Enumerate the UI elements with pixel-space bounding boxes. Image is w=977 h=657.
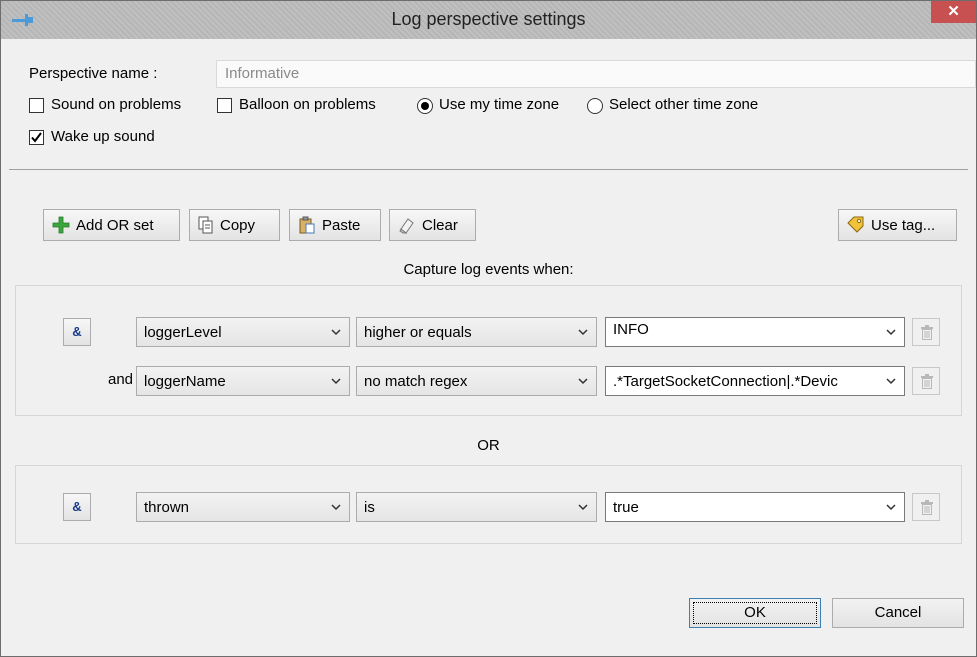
radio-selected-dot	[421, 102, 429, 110]
close-button[interactable]: ✕	[931, 1, 976, 23]
cancel-label: Cancel	[874, 604, 922, 621]
select-other-time-zone-label: Select other time zone	[609, 96, 759, 113]
or-set-group-1: & loggerLevel higher or equals INFO and …	[15, 285, 962, 416]
wake-up-sound-checkbox[interactable]	[29, 130, 44, 145]
chevron-down-icon	[578, 504, 588, 511]
tag-icon	[847, 216, 864, 233]
clear-button[interactable]: Clear	[389, 209, 476, 241]
use-tag-button[interactable]: Use tag...	[838, 209, 957, 241]
add-or-set-button[interactable]: Add OR set	[43, 209, 180, 241]
group-and-button[interactable]: &	[63, 318, 91, 346]
value-combo[interactable]: INFO	[605, 317, 905, 347]
clear-label: Clear	[422, 216, 458, 234]
operator-select-value: no match regex	[364, 373, 468, 390]
capture-label: Capture log events when:	[403, 261, 574, 278]
delete-condition-button[interactable]	[912, 367, 940, 395]
chevron-down-icon	[886, 504, 896, 511]
delete-condition-button[interactable]	[912, 493, 940, 521]
chevron-down-icon	[331, 329, 341, 336]
select-other-time-zone-radio[interactable]	[587, 98, 603, 114]
balloon-on-problems-checkbox[interactable]	[217, 98, 232, 113]
focus-rectangle	[693, 602, 817, 624]
add-or-set-label: Add OR set	[76, 216, 154, 234]
trash-icon	[921, 325, 933, 340]
chevron-down-icon	[886, 329, 896, 336]
ok-button[interactable]: OK	[689, 598, 821, 628]
wake-up-sound-label: Wake up sound	[51, 128, 155, 145]
copy-label: Copy	[220, 216, 256, 234]
operator-select-value: higher or equals	[364, 324, 472, 341]
use-tag-label: Use tag...	[871, 216, 936, 234]
window-title: Log perspective settings	[391, 9, 586, 29]
operator-select-value: is	[364, 499, 375, 516]
group-and-button[interactable]: &	[63, 493, 91, 521]
copy-icon	[198, 216, 213, 234]
value-combo-value: .*TargetSocketConnection|.*Devic	[613, 373, 838, 390]
value-combo-value: INFO	[613, 321, 649, 338]
chevron-down-icon	[886, 378, 896, 385]
operator-select[interactable]: no match regex	[356, 366, 597, 396]
or-label: OR	[477, 437, 500, 454]
title-bar[interactable]: Log perspective settings ✕	[1, 1, 976, 39]
value-combo[interactable]: .*TargetSocketConnection|.*Devic	[605, 366, 905, 396]
delete-condition-button[interactable]	[912, 318, 940, 346]
plus-icon	[52, 216, 70, 234]
chevron-down-icon	[578, 329, 588, 336]
paste-label: Paste	[322, 216, 361, 234]
field-select-value: thrown	[144, 499, 190, 516]
copy-button[interactable]: Copy	[189, 209, 280, 241]
use-my-time-zone-radio[interactable]	[417, 98, 433, 114]
dialog-body: Perspective name : Informative Sound on …	[9, 39, 976, 648]
chevron-down-icon	[578, 378, 588, 385]
trash-icon	[921, 500, 933, 515]
operator-select[interactable]: higher or equals	[356, 317, 597, 347]
value-combo[interactable]: true	[605, 492, 905, 522]
checkmark-icon	[31, 132, 42, 143]
perspective-name-label: Perspective name :	[29, 65, 158, 82]
value-combo-value: true	[613, 499, 639, 516]
field-select[interactable]: loggerName	[136, 366, 350, 396]
chevron-down-icon	[331, 378, 341, 385]
dialog-window: Log perspective settings ✕ Perspective n…	[0, 0, 977, 657]
separator	[9, 169, 968, 170]
paste-button[interactable]: Paste	[289, 209, 381, 241]
field-select-value: loggerLevel	[144, 324, 222, 341]
field-select-value: loggerName	[144, 373, 226, 390]
operator-select[interactable]: is	[356, 492, 597, 522]
sound-on-problems-label: Sound on problems	[51, 96, 182, 113]
paste-icon	[299, 216, 315, 234]
eraser-icon	[399, 218, 414, 234]
and-label: and	[108, 371, 134, 388]
perspective-name-input[interactable]: Informative	[216, 60, 976, 88]
cancel-button[interactable]: Cancel	[832, 598, 964, 628]
trash-icon	[921, 374, 933, 389]
sound-on-problems-checkbox[interactable]	[29, 98, 44, 113]
or-set-group-2: & thrown is true	[15, 465, 962, 544]
field-select[interactable]: thrown	[136, 492, 350, 522]
use-my-time-zone-label: Use my time zone	[439, 96, 560, 113]
balloon-on-problems-label: Balloon on problems	[239, 96, 376, 113]
chevron-down-icon	[331, 504, 341, 511]
field-select[interactable]: loggerLevel	[136, 317, 350, 347]
